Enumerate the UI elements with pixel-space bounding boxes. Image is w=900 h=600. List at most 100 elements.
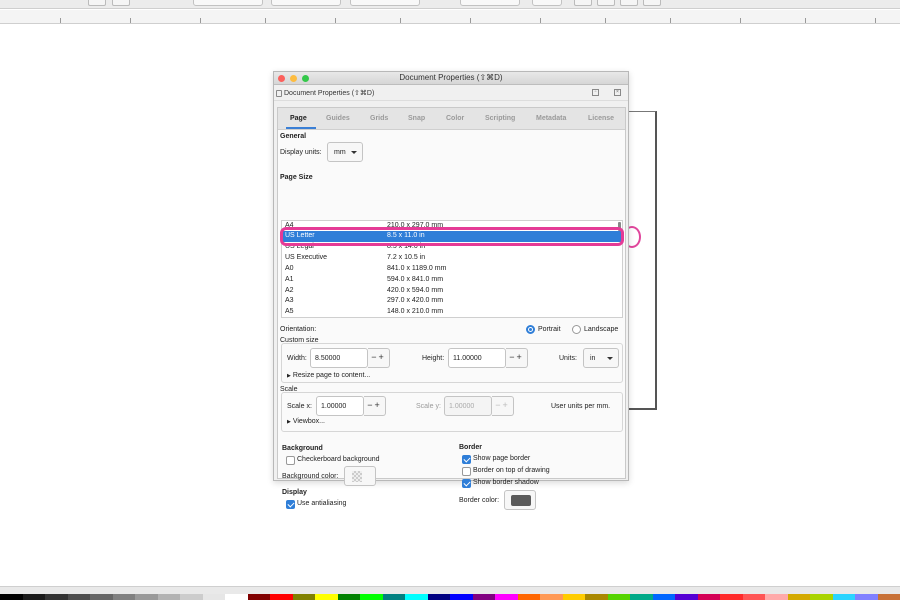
antialiasing-checkbox[interactable]: [286, 500, 295, 509]
border-on-top-label[interactable]: Border on top of drawing: [473, 467, 550, 474]
width-stepper[interactable]: −+: [368, 348, 390, 368]
height-input[interactable]: 11.00000: [448, 348, 506, 368]
palette-swatch[interactable]: [67, 594, 90, 600]
portrait-label[interactable]: Portrait: [538, 326, 561, 333]
tab-color[interactable]: Color: [446, 115, 464, 122]
palette-swatch[interactable]: [450, 594, 473, 600]
antialiasing-label[interactable]: Use antialiasing: [297, 500, 346, 507]
paper-name: A3: [285, 297, 294, 304]
palette-swatch[interactable]: [675, 594, 698, 600]
landscape-radio[interactable]: [572, 325, 581, 334]
palette-swatch[interactable]: [180, 594, 203, 600]
transform-icon[interactable]: [643, 0, 661, 6]
border-color-label: Border color:: [459, 497, 500, 504]
palette-swatch[interactable]: [292, 594, 315, 600]
show-page-border-label[interactable]: Show page border: [473, 455, 530, 462]
landscape-label[interactable]: Landscape: [584, 326, 618, 333]
palette-swatch[interactable]: [45, 594, 68, 600]
dock-header: Document Properties (⇧⌘D) ▫ ×: [274, 85, 628, 101]
h-field[interactable]: [460, 0, 520, 6]
scale-x-input[interactable]: 1.00000: [316, 396, 364, 416]
palette-swatch[interactable]: [720, 594, 743, 600]
show-border-shadow-checkbox[interactable]: [462, 479, 471, 488]
palette-swatch[interactable]: [135, 594, 158, 600]
palette-swatch[interactable]: [157, 594, 180, 600]
palette-swatch[interactable]: [360, 594, 383, 600]
checkerboard-label[interactable]: Checkerboard background: [297, 456, 380, 463]
palette-swatch[interactable]: [787, 594, 810, 600]
portrait-radio[interactable]: [526, 325, 535, 334]
background-color-button[interactable]: [344, 466, 376, 486]
tab-guides[interactable]: Guides: [326, 115, 350, 122]
window-titlebar[interactable]: Document Properties (⇧⌘D): [274, 72, 628, 85]
palette-swatch[interactable]: [765, 594, 788, 600]
checkerboard-checkbox[interactable]: [286, 456, 295, 465]
resize-expander[interactable]: ▶ Resize page to content...: [287, 372, 370, 379]
palette-swatch[interactable]: [495, 594, 518, 600]
transform-icon[interactable]: [574, 0, 592, 6]
palette-swatch[interactable]: [0, 594, 23, 600]
palette-swatch[interactable]: [22, 594, 45, 600]
x-field[interactable]: [193, 0, 263, 6]
palette-swatch[interactable]: [540, 594, 563, 600]
list-item[interactable]: US Executive 7.2 x 10.5 in: [282, 253, 622, 264]
palette-swatch[interactable]: [270, 594, 293, 600]
palette-swatch[interactable]: [202, 594, 225, 600]
palette-swatch[interactable]: [810, 594, 833, 600]
scale-x-stepper[interactable]: −+: [364, 396, 386, 416]
palette-swatch[interactable]: [742, 594, 765, 600]
palette-swatch[interactable]: [517, 594, 540, 600]
palette-swatch[interactable]: [697, 594, 720, 600]
list-item[interactable]: A1 594.0 x 841.0 mm: [282, 275, 622, 286]
viewbox-expander[interactable]: ▶ Viewbox...: [287, 418, 325, 425]
transform-icon[interactable]: [620, 0, 638, 6]
list-item[interactable]: A5 148.0 x 210.0 mm: [282, 307, 622, 317]
palette-swatch[interactable]: [472, 594, 495, 600]
display-units-select[interactable]: mm: [327, 142, 363, 162]
tab-license[interactable]: License: [588, 115, 614, 122]
tab-metadata[interactable]: Metadata: [536, 115, 566, 122]
units-select[interactable]: [532, 0, 562, 6]
palette-swatch[interactable]: [585, 594, 608, 600]
palette-swatch[interactable]: [405, 594, 428, 600]
palette-swatch[interactable]: [832, 594, 855, 600]
palette-swatch[interactable]: [855, 594, 878, 600]
border-color-button[interactable]: [504, 490, 536, 510]
units-select[interactable]: in: [583, 348, 619, 368]
display-units-label: Display units:: [280, 149, 322, 156]
y-field[interactable]: [271, 0, 341, 6]
border-on-top-checkbox[interactable]: [462, 467, 471, 476]
show-border-shadow-label[interactable]: Show border shadow: [473, 479, 539, 486]
float-panel-icon[interactable]: ▫: [592, 89, 599, 96]
palette-swatch[interactable]: [247, 594, 270, 600]
palette-swatch[interactable]: [90, 594, 113, 600]
transform-icon[interactable]: [597, 0, 615, 6]
list-item[interactable]: A0 841.0 x 1189.0 mm: [282, 264, 622, 275]
toolbar-icon[interactable]: [88, 0, 106, 6]
close-panel-icon[interactable]: ×: [614, 89, 621, 96]
tab-scripting[interactable]: Scripting: [485, 115, 515, 122]
palette-swatch[interactable]: [225, 594, 248, 600]
palette-swatch[interactable]: [427, 594, 450, 600]
units-label: Units:: [559, 355, 577, 362]
w-field[interactable]: [350, 0, 420, 6]
palette-swatch[interactable]: [112, 594, 135, 600]
palette-swatch[interactable]: [607, 594, 630, 600]
palette-swatch[interactable]: [315, 594, 338, 600]
paper-size: 420.0 x 594.0 mm: [387, 287, 444, 294]
toolbar-icon[interactable]: [112, 0, 130, 6]
tab-page[interactable]: Page: [290, 115, 307, 122]
palette-swatch[interactable]: [630, 594, 653, 600]
tab-grids[interactable]: Grids: [370, 115, 388, 122]
height-stepper[interactable]: −+: [506, 348, 528, 368]
palette-swatch[interactable]: [652, 594, 675, 600]
list-item[interactable]: A3 297.0 x 420.0 mm: [282, 296, 622, 307]
tab-snap[interactable]: Snap: [408, 115, 425, 122]
paper-name: US Executive: [285, 254, 328, 261]
palette-swatch[interactable]: [877, 594, 900, 600]
palette-swatch[interactable]: [562, 594, 585, 600]
width-input[interactable]: 8.50000: [310, 348, 368, 368]
palette-swatch[interactable]: [382, 594, 405, 600]
show-page-border-checkbox[interactable]: [462, 455, 471, 464]
palette-swatch[interactable]: [337, 594, 360, 600]
